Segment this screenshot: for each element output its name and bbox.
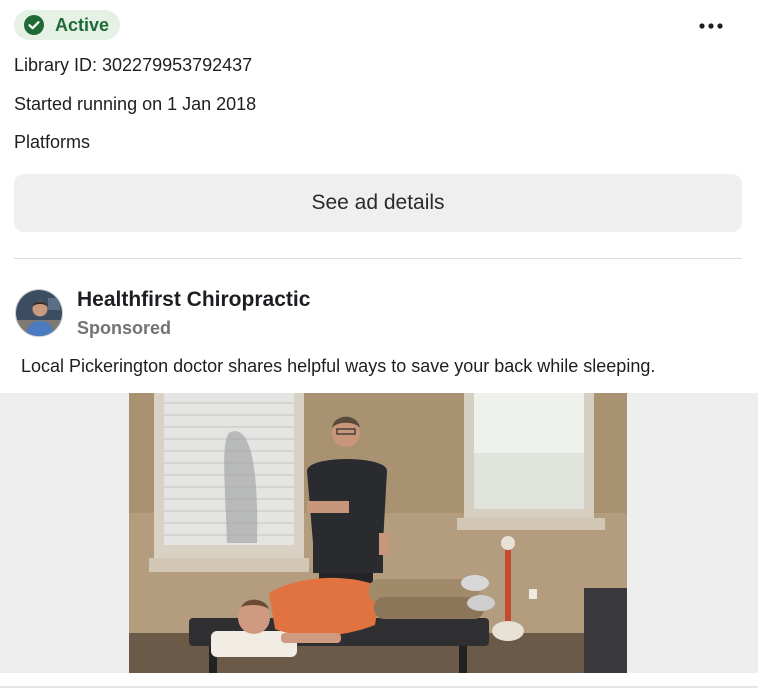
sponsored-label: Sponsored xyxy=(77,318,172,338)
more-options-icon xyxy=(699,23,723,29)
platforms-label: Platforms xyxy=(14,132,91,152)
avatar-image xyxy=(16,290,62,336)
ad-video-thumbnail[interactable] xyxy=(129,393,627,673)
status-badge: Active xyxy=(14,10,120,40)
see-ad-details-button[interactable]: See ad details xyxy=(14,174,742,232)
check-circle-icon xyxy=(24,15,44,35)
video-still-image xyxy=(129,393,627,673)
advertiser-name[interactable]: Healthfirst Chiropractic xyxy=(77,288,310,312)
more-options-button[interactable] xyxy=(694,14,728,38)
advertiser-avatar[interactable] xyxy=(15,289,63,337)
status-label: Active xyxy=(55,14,110,35)
divider xyxy=(14,258,742,259)
library-id: Library ID: 302279953792437 xyxy=(14,55,253,75)
ad-body-text: Local Pickerington doctor shares helpful… xyxy=(21,356,656,376)
start-date: Started running on 1 Jan 2018 xyxy=(14,94,257,114)
